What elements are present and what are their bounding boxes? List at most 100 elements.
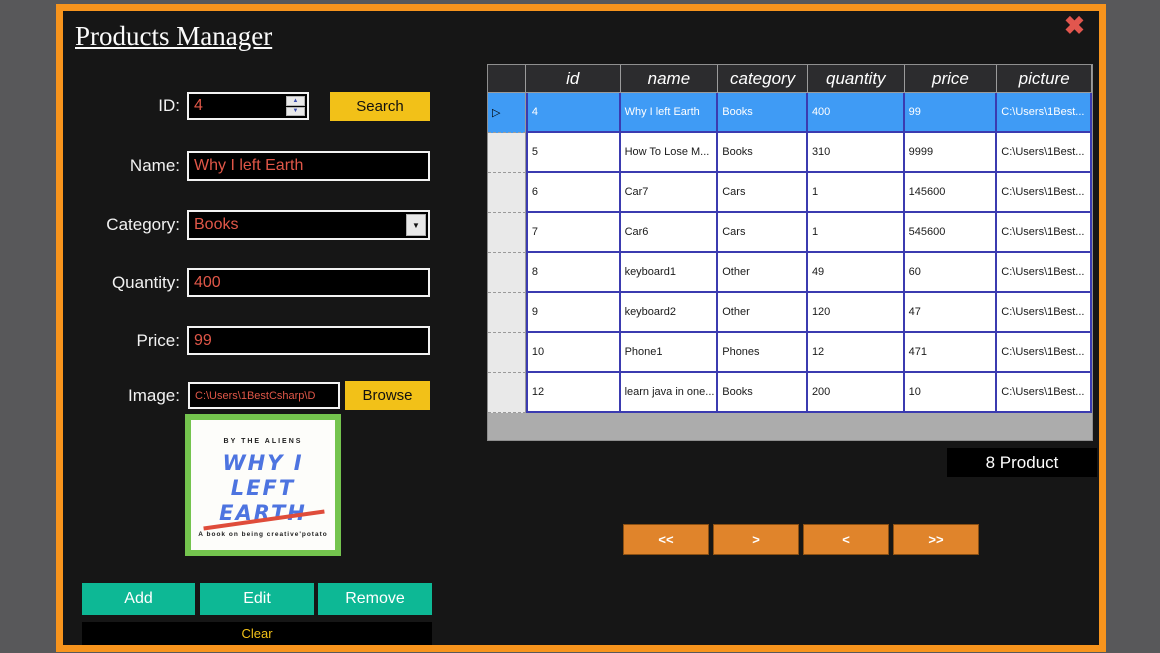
price-field[interactable]: 99 <box>187 326 430 355</box>
table-row[interactable]: 7Car6Cars1545600C:\Users\1Best... <box>488 213 1092 253</box>
name-label: Name: <box>68 151 180 181</box>
browse-button[interactable]: Browse <box>345 381 430 410</box>
image-path-field[interactable]: C:\Users\1BestCsharp\D <box>188 382 340 409</box>
grid-cell[interactable]: 545600 <box>905 213 998 253</box>
grid-header-name[interactable]: name <box>621 65 719 93</box>
grid-header-id[interactable]: id <box>526 65 621 93</box>
grid-cell[interactable]: keyboard1 <box>621 253 719 293</box>
grid-cell[interactable]: C:\Users\1Best... <box>997 333 1092 373</box>
grid-cell[interactable]: 9 <box>526 293 621 333</box>
grid-cell[interactable]: 12 <box>808 333 905 373</box>
grid-cell[interactable]: Cars <box>718 213 808 253</box>
table-row[interactable]: 12learn java in one...Books20010C:\Users… <box>488 373 1092 413</box>
grid-cell[interactable]: 310 <box>808 133 905 173</box>
grid-body: ▷4Why I left EarthBooks40099C:\Users\1Be… <box>488 93 1092 413</box>
remove-button[interactable]: Remove <box>318 583 432 615</box>
clear-button[interactable]: Clear <box>82 622 432 645</box>
quantity-value: 400 <box>194 274 221 292</box>
grid-cell[interactable]: 99 <box>905 93 998 133</box>
nav-last-button[interactable]: >> <box>893 524 979 555</box>
grid-header-price[interactable]: price <box>905 65 998 93</box>
quantity-field[interactable]: 400 <box>187 268 430 297</box>
grid-cell[interactable]: 47 <box>905 293 998 333</box>
grid-cell[interactable]: 60 <box>905 253 998 293</box>
grid-cell[interactable]: Car7 <box>621 173 719 213</box>
grid-cell[interactable]: C:\Users\1Best... <box>997 133 1092 173</box>
grid-cell[interactable]: Why I left Earth <box>621 93 719 133</box>
grid-cell[interactable]: How To Lose M... <box>621 133 719 173</box>
grid-cell[interactable]: Car6 <box>621 213 719 253</box>
grid-cell[interactable]: Phones <box>718 333 808 373</box>
edit-button[interactable]: Edit <box>200 583 314 615</box>
table-row[interactable]: 8keyboard1Other4960C:\Users\1Best... <box>488 253 1092 293</box>
row-selector[interactable] <box>488 253 526 293</box>
record-count-badge: 8 Product <box>947 448 1097 477</box>
row-selector[interactable] <box>488 213 526 253</box>
grid-header-row: idnamecategoryquantitypricepicture <box>488 65 1092 93</box>
grid-cell[interactable]: 471 <box>905 333 998 373</box>
grid-cell[interactable]: 5 <box>526 133 621 173</box>
desktop-background: Products Manager ✖ ID: 4 ▲ ▼ Search Name… <box>0 0 1160 653</box>
grid-cell[interactable]: 12 <box>526 373 621 413</box>
nav-next-button[interactable]: > <box>713 524 799 555</box>
nav-first-button[interactable]: << <box>623 524 709 555</box>
grid-cell[interactable]: 8 <box>526 253 621 293</box>
id-field[interactable]: 4 ▲ ▼ <box>187 92 309 120</box>
row-selector[interactable] <box>488 293 526 333</box>
grid-header-quantity[interactable]: quantity <box>808 65 905 93</box>
grid-cell[interactable]: 1 <box>808 173 905 213</box>
grid-cell[interactable]: Phone1 <box>621 333 719 373</box>
spinner-up-icon[interactable]: ▲ <box>286 96 305 106</box>
grid-cell[interactable]: 1 <box>808 213 905 253</box>
table-row[interactable]: 6Car7Cars1145600C:\Users\1Best... <box>488 173 1092 213</box>
search-button[interactable]: Search <box>330 92 430 121</box>
grid-header-category[interactable]: category <box>718 65 808 93</box>
row-selector[interactable] <box>488 373 526 413</box>
grid-cell[interactable]: C:\Users\1Best... <box>997 93 1092 133</box>
table-row[interactable]: ▷4Why I left EarthBooks40099C:\Users\1Be… <box>488 93 1092 133</box>
add-button[interactable]: Add <box>82 583 195 615</box>
grid-cell[interactable]: 4 <box>526 93 621 133</box>
grid-cell[interactable]: 10 <box>526 333 621 373</box>
row-selector[interactable] <box>488 133 526 173</box>
grid-cell[interactable]: C:\Users\1Best... <box>997 293 1092 333</box>
table-row[interactable]: 10Phone1Phones12471C:\Users\1Best... <box>488 333 1092 373</box>
category-dropdown[interactable]: Books ▼ <box>187 210 430 240</box>
grid-cell[interactable]: C:\Users\1Best... <box>997 173 1092 213</box>
table-row[interactable]: 5How To Lose M...Books3109999C:\Users\1B… <box>488 133 1092 173</box>
row-selector[interactable] <box>488 173 526 213</box>
grid-cell[interactable]: 6 <box>526 173 621 213</box>
grid-cell[interactable]: 145600 <box>905 173 998 213</box>
grid-cell[interactable]: C:\Users\1Best... <box>997 373 1092 413</box>
grid-header-picture[interactable]: picture <box>997 65 1092 93</box>
grid-cell[interactable]: C:\Users\1Best... <box>997 213 1092 253</box>
grid-cell[interactable]: 9999 <box>905 133 998 173</box>
grid-cell[interactable]: 10 <box>905 373 998 413</box>
nav-previous-button[interactable]: < <box>803 524 889 555</box>
table-row[interactable]: 9keyboard2Other12047C:\Users\1Best... <box>488 293 1092 333</box>
close-icon[interactable]: ✖ <box>1064 12 1085 40</box>
grid-cell[interactable]: Cars <box>718 173 808 213</box>
name-value: Why I left Earth <box>194 157 303 175</box>
image-label: Image: <box>68 382 180 409</box>
products-grid: idnamecategoryquantitypricepicture ▷4Why… <box>487 64 1093 441</box>
book-tagline: A book on being creative'potato <box>191 531 335 538</box>
grid-cell[interactable]: 7 <box>526 213 621 253</box>
current-row-selector-icon[interactable]: ▷ <box>488 93 526 133</box>
grid-cell[interactable]: 400 <box>808 93 905 133</box>
grid-cell[interactable]: Other <box>718 293 808 333</box>
grid-cell[interactable]: 120 <box>808 293 905 333</box>
grid-cell[interactable]: keyboard2 <box>621 293 719 333</box>
grid-cell[interactable]: Books <box>718 373 808 413</box>
grid-cell[interactable]: learn java in one... <box>621 373 719 413</box>
chevron-down-icon[interactable]: ▼ <box>406 214 426 236</box>
grid-cell[interactable]: Other <box>718 253 808 293</box>
grid-cell[interactable]: Books <box>718 93 808 133</box>
grid-cell[interactable]: C:\Users\1Best... <box>997 253 1092 293</box>
row-selector[interactable] <box>488 333 526 373</box>
grid-cell[interactable]: 200 <box>808 373 905 413</box>
spinner-down-icon[interactable]: ▼ <box>286 107 305 117</box>
grid-cell[interactable]: 49 <box>808 253 905 293</box>
grid-cell[interactable]: Books <box>718 133 808 173</box>
name-field[interactable]: Why I left Earth <box>187 151 430 181</box>
